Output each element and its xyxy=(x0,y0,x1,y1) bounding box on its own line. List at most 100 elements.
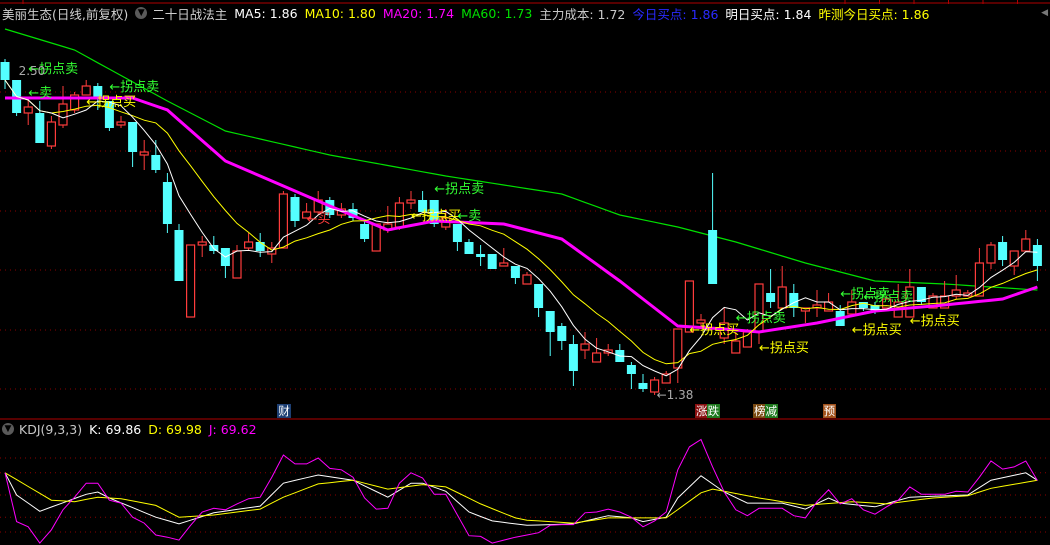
up-candle xyxy=(986,242,996,269)
down-candle xyxy=(510,266,520,284)
candle-body xyxy=(58,103,68,126)
buy-signal-label: ←拐点买 xyxy=(852,323,902,338)
down-candle xyxy=(998,236,1008,266)
event-marker[interactable]: 跌 xyxy=(706,404,721,418)
candle-body xyxy=(580,343,590,351)
candle-body xyxy=(162,182,172,224)
down-candle xyxy=(638,374,648,392)
kdj-d-line xyxy=(4,472,1038,524)
candle-body xyxy=(452,224,462,242)
candle-body xyxy=(174,230,184,281)
up-candle xyxy=(777,266,787,309)
buy-signal-label: ←拐点买 xyxy=(759,341,809,356)
candle-body xyxy=(476,254,486,257)
down-candle xyxy=(290,194,300,227)
up-candle xyxy=(46,116,57,149)
down-candle xyxy=(916,287,926,305)
kdj-k-value: K: 69.86 xyxy=(89,421,142,437)
up-candle xyxy=(974,248,985,297)
candle-body xyxy=(139,151,149,156)
down-candle xyxy=(789,284,799,317)
down-candle xyxy=(766,269,776,308)
up-candle xyxy=(591,338,602,363)
buy-signal-label: ←拐点买 xyxy=(411,209,461,224)
price-extreme-label: ←1.38 xyxy=(657,388,694,402)
candle-body xyxy=(522,274,532,285)
chevron-down-circle-icon[interactable]: ▼ xyxy=(135,7,148,19)
up-candle xyxy=(267,242,277,263)
forecast-today-buy-value: 昨测今日买点: 1.86 xyxy=(818,6,930,22)
event-marker[interactable]: 财 xyxy=(277,404,291,418)
ma20-value: MA20: 1.74 xyxy=(382,5,455,21)
up-candle xyxy=(139,140,149,170)
down-candle xyxy=(220,248,230,278)
up-candle xyxy=(522,272,532,285)
triangle-left-icon[interactable]: ◀ xyxy=(1041,8,1048,18)
candle-body xyxy=(128,122,138,152)
candle-body xyxy=(766,293,776,302)
up-candle xyxy=(244,233,254,251)
ma10-value: MA10: 1.80 xyxy=(304,5,376,21)
kdj-k-line xyxy=(4,472,1038,526)
candle-body xyxy=(708,230,718,284)
down-candle xyxy=(708,173,718,284)
down-candle xyxy=(487,254,497,269)
candle-body xyxy=(244,241,254,249)
tomorrow-buy-value: 明日买点: 1.84 xyxy=(725,6,812,22)
candle-body xyxy=(638,383,648,389)
candle-body xyxy=(0,62,10,80)
sell-signal-label: ←拐点卖 xyxy=(434,182,484,197)
buy-signal-label: ←拐点买 xyxy=(86,95,136,110)
up-candle xyxy=(800,307,811,323)
candle-body xyxy=(81,85,91,96)
up-candle xyxy=(371,223,381,252)
kdj-j-line xyxy=(4,438,1038,544)
candle-body xyxy=(499,262,509,267)
down-candle xyxy=(464,239,474,254)
sell-signal-label: ←卖 xyxy=(457,209,481,224)
up-candle xyxy=(186,244,196,318)
up-candle xyxy=(394,197,404,230)
candle-body xyxy=(406,199,416,204)
candle-body xyxy=(974,262,985,297)
event-marker[interactable]: 预 xyxy=(822,404,837,418)
kdj-gridlines xyxy=(0,457,1050,533)
candle-body xyxy=(290,197,300,221)
candle-body xyxy=(360,224,370,239)
sell-signal-label: ←拐点卖 xyxy=(109,80,159,95)
kdj-name[interactable]: KDJ(9,3,3) xyxy=(19,422,82,437)
up-candle xyxy=(197,236,207,257)
up-candle xyxy=(603,344,613,356)
ma60-value: MA60: 1.73 xyxy=(461,5,533,21)
today-buy-value: 今日买点: 1.86 xyxy=(632,6,719,22)
candle-body xyxy=(116,121,126,126)
candle-body xyxy=(534,284,544,308)
candle-body xyxy=(742,331,753,348)
red-signal-label: ←买 xyxy=(307,212,331,227)
candle-body xyxy=(186,244,196,318)
up-candle xyxy=(232,245,242,279)
candle-body xyxy=(197,241,207,246)
candle-body xyxy=(557,326,567,341)
down-candle xyxy=(615,344,625,362)
stock-chart[interactable]: ←拐点卖←卖 ←拐点卖←拐点买←买←拐点卖←拐点买←卖←拐点买←拐点卖←拐点买←拐… xyxy=(0,0,1050,545)
sell-signal-label: ←卖 xyxy=(28,86,52,101)
ma5-value: MA5: 1.86 xyxy=(234,5,298,21)
down-candle xyxy=(162,173,172,233)
candle-body xyxy=(510,266,520,278)
candle-body xyxy=(626,365,636,374)
candle-body xyxy=(591,352,602,363)
candle-body xyxy=(847,301,857,315)
candle-body xyxy=(1021,238,1031,252)
main-chart-header: 美丽生态(日线,前复权) ▼ 二十日战法主 MA5: 1.86 MA10: 1.… xyxy=(2,4,936,23)
indicator-name[interactable]: 二十日战法主 xyxy=(152,4,227,23)
candle-body xyxy=(568,344,578,371)
price-extreme-label: 2.50 xyxy=(19,64,46,78)
candle-body xyxy=(986,244,996,264)
candle-body xyxy=(371,223,381,252)
chevron-down-circle-icon[interactable]: ▼ xyxy=(2,423,14,435)
up-candle xyxy=(81,80,91,96)
down-candle xyxy=(174,224,184,281)
event-marker[interactable]: 减 xyxy=(764,404,779,418)
down-candle xyxy=(557,323,567,350)
